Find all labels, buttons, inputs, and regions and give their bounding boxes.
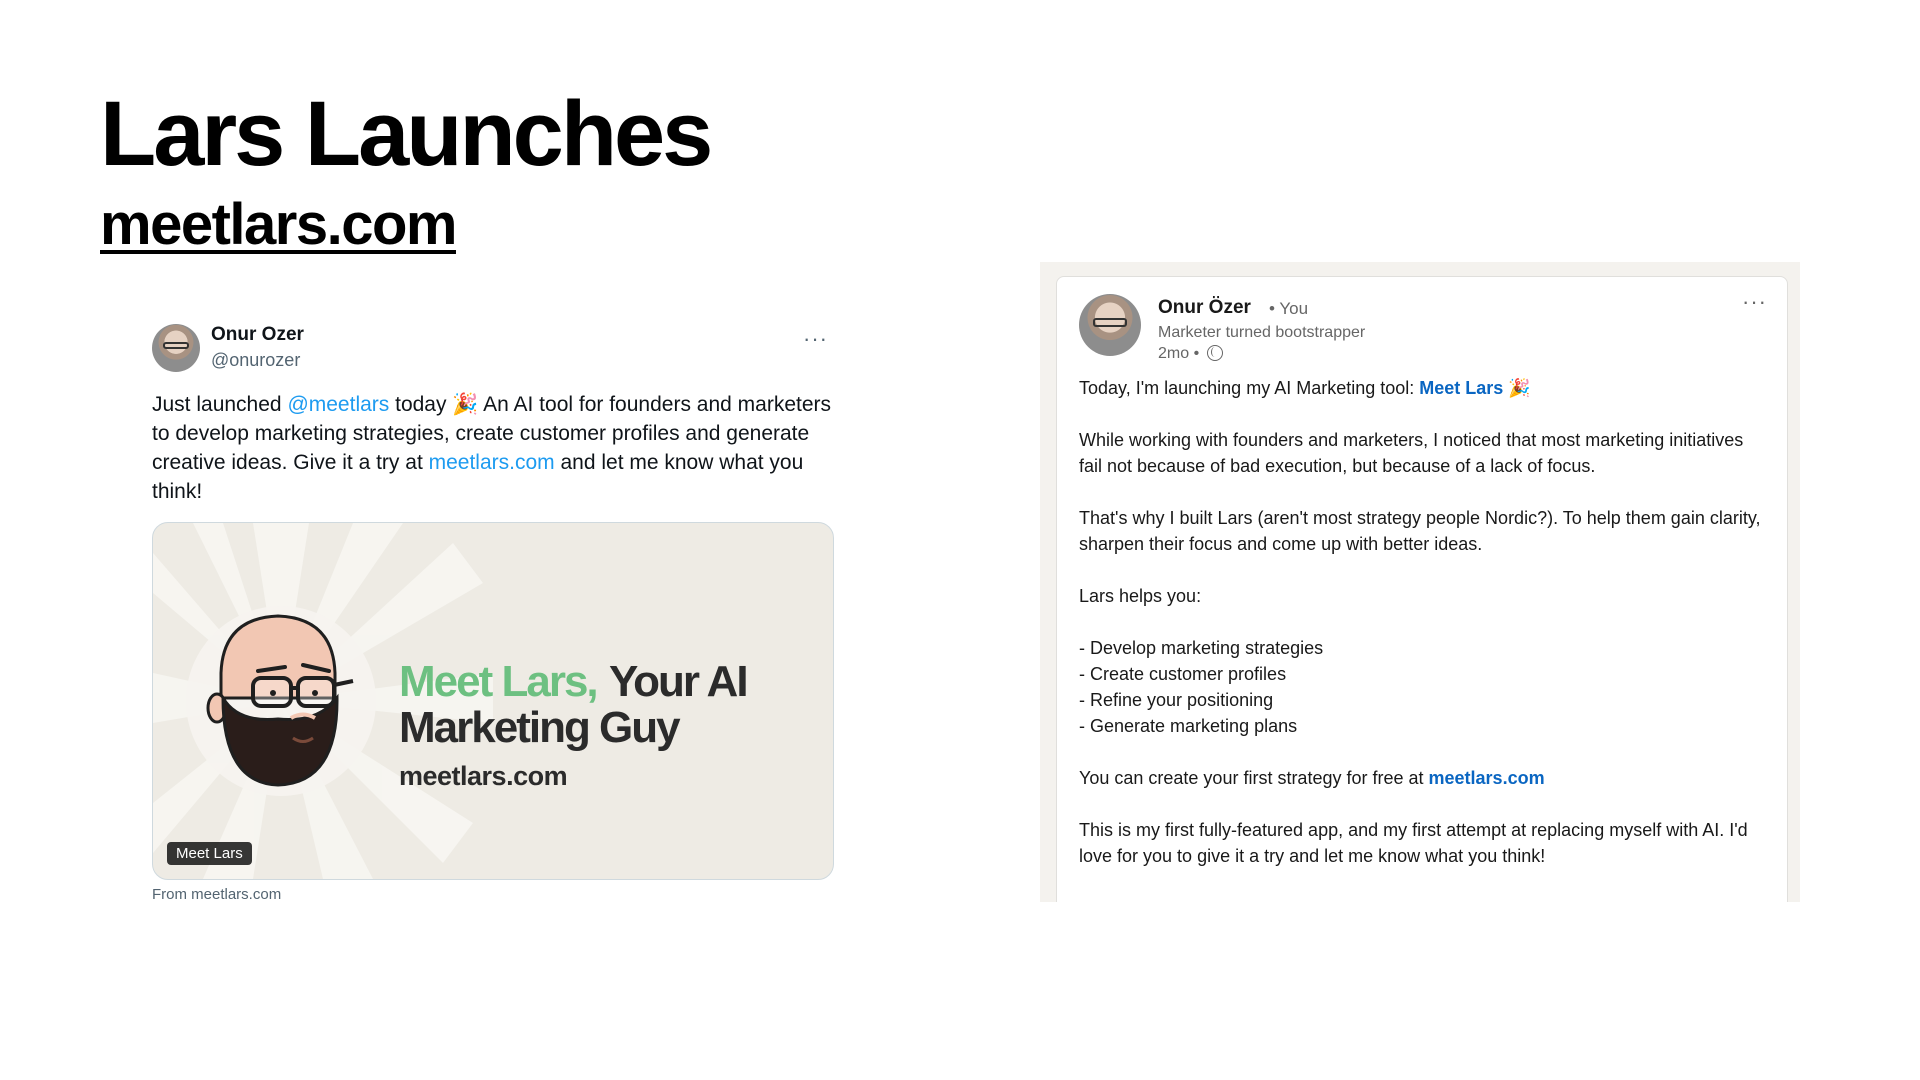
- tweet-card: Onur Ozer @onurozer ··· Just launched @m…: [152, 322, 834, 903]
- meet-lars-link[interactable]: Meet Lars: [1419, 378, 1503, 398]
- list-item: - Refine your positioning: [1079, 690, 1274, 710]
- tweet-text-part: Just launched: [152, 393, 288, 416]
- tweet-text: Just launched @meetlars today 🎉 An AI to…: [152, 390, 832, 506]
- more-options-icon[interactable]: ···: [1742, 289, 1767, 315]
- post-paragraph: This is my first fully-featured app, and…: [1079, 820, 1748, 866]
- meetlars-link[interactable]: meetlars.com: [1429, 768, 1545, 788]
- post-paragraph: You can create your first strategy for f…: [1079, 765, 1769, 791]
- slide-title: Lars Launches: [100, 83, 713, 185]
- post-body: Today, I'm launching my AI Marketing too…: [1079, 375, 1769, 895]
- globe-icon: [1207, 345, 1223, 361]
- post-paragraph: That's why I built Lars (aren't most str…: [1079, 508, 1761, 554]
- tweet-author-name[interactable]: Onur Ozer: [211, 324, 304, 346]
- card-source[interactable]: From meetlars.com: [152, 886, 832, 903]
- more-options-icon[interactable]: ···: [803, 326, 828, 352]
- tweet-url-link[interactable]: meetlars.com: [429, 451, 555, 474]
- card-title-highlight: Meet Lars,: [399, 657, 599, 706]
- avatar[interactable]: [1079, 294, 1141, 356]
- link-preview-card[interactable]: Meet Lars, Your AI Marketing Guy meetlar…: [152, 522, 834, 880]
- card-title-line-2: Marketing Guy: [399, 703, 681, 752]
- avatar[interactable]: [152, 324, 200, 372]
- post-time: 2mo •: [1158, 345, 1200, 362]
- linkedin-screenshot: Onur Özer • You Marketer turned bootstra…: [1040, 262, 1800, 902]
- card-badge: Meet Lars: [167, 842, 252, 865]
- feature-list: - Develop marketing strategies - Create …: [1079, 635, 1769, 739]
- post-author-name[interactable]: Onur Özer: [1158, 297, 1251, 319]
- post-paragraph: Lars helps you:: [1079, 586, 1202, 606]
- list-item: - Create customer profiles: [1079, 664, 1287, 684]
- post-paragraph: While working with founders and marketer…: [1079, 430, 1744, 476]
- list-item: - Develop marketing strategies: [1079, 638, 1324, 658]
- post-text: Today, I'm launching my AI Marketing too…: [1079, 378, 1420, 398]
- slide-link[interactable]: meetlars.com: [100, 196, 457, 254]
- author-headline: Marketer turned bootstrapper: [1158, 324, 1366, 341]
- post-emoji: 🎉: [1503, 378, 1531, 398]
- mention-link[interactable]: @meetlars: [287, 393, 389, 416]
- card-domain: meetlars.com: [399, 761, 568, 791]
- you-label: • You: [1269, 299, 1309, 318]
- post-paragraph: Today, I'm launching my AI Marketing too…: [1079, 375, 1769, 401]
- tweet-header: Onur Ozer @onurozer ···: [152, 322, 832, 376]
- tweet-author-handle[interactable]: @onurozer: [211, 350, 300, 371]
- card-title: Your AI: [609, 657, 749, 706]
- list-item: - Generate marketing plans: [1079, 716, 1298, 736]
- linkedin-post: Onur Özer • You Marketer turned bootstra…: [1056, 276, 1788, 902]
- post-text: You can create your first strategy for f…: [1079, 768, 1429, 788]
